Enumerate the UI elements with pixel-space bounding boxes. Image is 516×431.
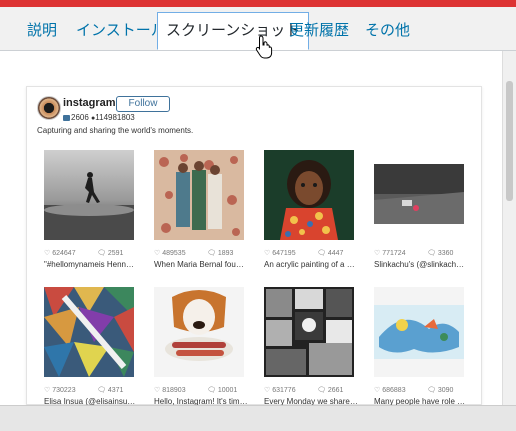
post-card[interactable]: ♡ 730223 🗨︎ 4371 Elisa Insua (@elisainsua…: [37, 287, 137, 421]
comment-count: 1893: [217, 250, 234, 257]
heart-icon: ♡: [374, 387, 381, 394]
like-count: 624647: [52, 250, 76, 257]
post-caption: An acrylic painting of a you...: [264, 260, 357, 269]
heart-icon: ♡: [44, 387, 51, 394]
tab-other[interactable]: その他: [365, 13, 410, 49]
post-image[interactable]: [154, 150, 244, 240]
like-count: 631776: [272, 387, 296, 394]
post-card[interactable]: ♡ 771724 🗨︎ 3360 Slinkachu's (@slinkachu_…: [367, 150, 467, 284]
comment-icon: 🗨︎: [97, 387, 106, 394]
post-caption: "#hellomynameis Hennessy...: [44, 260, 137, 269]
comment-icon: 🗨︎: [207, 387, 216, 394]
like-count: 686883: [382, 387, 406, 394]
comment-icon: 🗨︎: [427, 250, 436, 257]
heart-icon: ♡: [154, 250, 161, 257]
comment-icon: 🗨︎: [97, 250, 106, 257]
post-stats: ♡ 818903 🗨︎ 10001: [154, 386, 247, 394]
heart-icon: ♡: [264, 387, 271, 394]
post-image[interactable]: [44, 287, 134, 377]
post-stats: ♡ 624647 🗨︎ 2591: [44, 249, 137, 257]
post-image[interactable]: [264, 150, 354, 240]
vertical-scrollbar[interactable]: [502, 51, 516, 405]
comment-icon: 🗨︎: [317, 387, 326, 394]
hand-cursor-icon: [255, 35, 273, 59]
tab-screenshots[interactable]: スクリーンショット: [157, 12, 310, 50]
post-stats: ♡ 771724 🗨︎ 3360: [374, 249, 467, 257]
post-image[interactable]: [44, 150, 134, 240]
post-card[interactable]: ♡ 686883🗨︎ 3090 Many people have role mo…: [367, 287, 467, 421]
post-card[interactable]: ♡ 624647 🗨︎ 2591 "#hellomynameis Hennessy…: [37, 150, 137, 284]
like-count: 818903: [162, 387, 186, 394]
comment-count: 10001: [217, 387, 238, 394]
top-color-bar: [0, 0, 516, 7]
instagram-feed-widget: instagram Follow 2606 ●114981803 Capturi…: [26, 86, 482, 406]
heart-icon: ♡: [44, 250, 51, 257]
post-caption: When Maria Bernal found o...: [154, 260, 247, 269]
post-card[interactable]: ♡ 631776 🗨︎ 2661 Every Monday we share so…: [257, 287, 357, 421]
comment-icon: 🗨︎: [207, 250, 216, 257]
tab-description[interactable]: 説明: [27, 13, 57, 49]
comment-icon: 🗨︎: [427, 387, 436, 394]
like-count: 647195: [272, 250, 296, 257]
post-stats: ♡ 631776 🗨︎ 2661: [264, 386, 357, 394]
scrollbar-thumb[interactable]: [506, 81, 513, 201]
post-card[interactable]: ♡ 647195 🗨︎ 4447 An acrylic painting of a…: [257, 150, 357, 284]
post-stats: ♡ 686883 🗨︎ 3090: [374, 386, 467, 394]
heart-icon: ♡: [264, 250, 271, 257]
comment-icon: 🗨︎: [317, 250, 326, 257]
tab-changelog[interactable]: 更新履歴: [289, 13, 349, 49]
comment-count: 3360: [437, 250, 454, 257]
bottom-bar: [0, 405, 516, 431]
post-image[interactable]: [374, 150, 464, 240]
tab-installation[interactable]: インストール: [76, 13, 166, 49]
post-stats: ♡ 730223 🗨︎ 4371: [44, 386, 137, 394]
post-image[interactable]: [264, 287, 354, 377]
comment-count: 4447: [327, 250, 344, 257]
post-image[interactable]: [374, 287, 464, 377]
post-grid: ♡ 624647 🗨︎ 2591 "#hellomynameis Hennessy…: [27, 87, 481, 406]
like-count: 489535: [162, 250, 186, 257]
heart-icon: ♡: [154, 387, 161, 394]
post-card[interactable]: ♡ 489535 🗨︎ 1893 When Maria Bernal found …: [147, 150, 247, 284]
comment-count: 3090: [437, 387, 454, 394]
like-count: 730223: [52, 387, 76, 394]
like-count: 771724: [382, 250, 406, 257]
heart-icon: ♡: [374, 250, 381, 257]
post-stats: ♡ 647195 🗨︎ 4447: [264, 249, 357, 257]
comment-count: 4371: [107, 387, 124, 394]
comment-count: 2591: [107, 250, 124, 257]
post-caption: Slinkachu's (@slinkachu_offi...: [374, 260, 467, 269]
post-image[interactable]: [154, 287, 244, 377]
comment-count: 2661: [327, 387, 344, 394]
post-card[interactable]: ♡ 818903 🗨︎ 10001 Hello, Instagram! It's …: [147, 287, 247, 421]
post-stats: ♡ 489535 🗨︎ 1893: [154, 249, 247, 257]
